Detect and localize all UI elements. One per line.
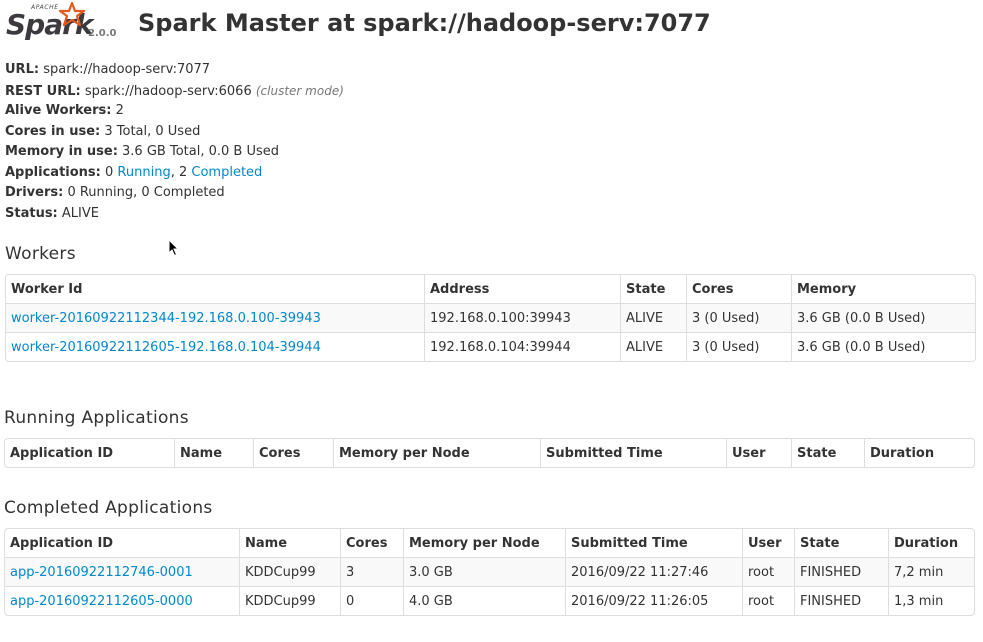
mouse-cursor-icon	[168, 239, 180, 257]
drivers-value: 0 Running, 0 Completed	[67, 185, 225, 200]
column-header[interactable]: Application ID	[5, 529, 239, 557]
app-state-cell: FINISHED	[794, 557, 888, 586]
column-header[interactable]: Application ID	[5, 439, 174, 467]
column-header[interactable]: State	[791, 439, 864, 467]
app-id-cell: app-20160922112605-0000	[5, 586, 239, 615]
app-duration-cell: 1,3 min	[888, 586, 974, 615]
page-header: APACHE Spark 2.0.0 Spark Master at spark…	[5, 2, 975, 46]
memory-label: Memory in use:	[5, 144, 118, 159]
table-row: app-20160922112605-0000 KDDCup99 0 4.0 G…	[5, 586, 974, 615]
app-name-cell: KDDCup99	[239, 557, 340, 586]
state-cell: ALIVE	[620, 332, 686, 361]
app-memory-cell: 4.0 GB	[403, 586, 565, 615]
memory-cell: 3.6 GB (0.0 B Used)	[791, 303, 975, 332]
spark-star-icon	[59, 2, 85, 27]
worker-id-cell: worker-20160922112605-192.168.0.104-3994…	[6, 332, 424, 361]
column-header[interactable]: Address	[424, 275, 620, 303]
drivers-label: Drivers:	[5, 185, 64, 200]
column-header[interactable]: User	[742, 529, 794, 557]
column-header[interactable]: Name	[239, 529, 340, 557]
completed-apps-title: Completed Applications	[4, 498, 213, 518]
cores-label: Cores in use:	[5, 123, 101, 139]
summary-alive-workers: Alive Workers: 2	[5, 101, 344, 122]
summary-rest-url: REST URL: spark://hadoop-serv:6066 (clus…	[5, 81, 344, 102]
memory-value: 3.6 GB Total, 0.0 B Used	[122, 144, 279, 159]
status-value: ALIVE	[61, 205, 99, 221]
worker-link[interactable]: worker-20160922112605-192.168.0.104-3994…	[11, 340, 321, 355]
cores-value: 3 Total, 0 Used	[104, 123, 201, 139]
running-apps-link[interactable]: Running	[117, 165, 170, 180]
app-submitted-cell: 2016/09/22 11:26:05	[565, 586, 742, 615]
app-link[interactable]: app-20160922112746-0001	[10, 565, 193, 580]
table-row: app-20160922112746-0001 KDDCup99 3 3.0 G…	[5, 557, 974, 586]
apps-running-count: 0	[105, 164, 114, 180]
column-header[interactable]: Cores	[340, 529, 403, 557]
column-header[interactable]: Memory per Node	[403, 529, 565, 557]
alive-workers-label: Alive Workers:	[5, 103, 112, 118]
app-link[interactable]: app-20160922112605-0000	[10, 594, 193, 609]
state-cell: ALIVE	[620, 303, 686, 332]
column-header[interactable]: Name	[174, 439, 253, 467]
column-header[interactable]: State	[620, 275, 686, 303]
column-header[interactable]: Cores	[253, 439, 333, 467]
version-label: 2.0.0	[88, 28, 117, 39]
page-title: Spark Master at spark://hadoop-serv:7077	[138, 9, 711, 37]
apps-completed-count: , 2	[170, 164, 188, 180]
workers-header-row: Worker Id Address State Cores Memory	[6, 275, 975, 303]
column-header[interactable]: State	[794, 529, 888, 557]
app-id-cell: app-20160922112746-0001	[5, 557, 239, 586]
url-label: URL:	[5, 62, 40, 77]
worker-id-cell: worker-20160922112344-192.168.0.100-3994…	[6, 303, 424, 332]
app-user-cell: root	[742, 557, 794, 586]
column-header[interactable]: Submitted Time	[540, 439, 726, 467]
cores-cell: 3 (0 Used)	[686, 332, 791, 361]
column-header[interactable]: Worker Id	[6, 275, 424, 303]
running-apps-title: Running Applications	[4, 408, 189, 428]
app-cores-cell: 0	[340, 586, 403, 615]
app-name-cell: KDDCup99	[239, 586, 340, 615]
completed-apps-link[interactable]: Completed	[191, 165, 262, 180]
summary-drivers: Drivers: 0 Running, 0 Completed	[5, 183, 344, 204]
rest-url-mode: (cluster mode)	[255, 83, 344, 98]
running-apps-table: Application ID Name Cores Memory per Nod…	[4, 438, 975, 468]
status-label: Status:	[5, 205, 58, 221]
summary-applications: Applications: 0 Running, 2 Completed	[5, 163, 344, 184]
running-header-row: Application ID Name Cores Memory per Nod…	[5, 439, 974, 467]
address-cell: 192.168.0.100:39943	[424, 303, 620, 332]
cores-cell: 3 (0 Used)	[686, 303, 791, 332]
spark-logo[interactable]: APACHE Spark	[5, 2, 94, 44]
column-header[interactable]: Duration	[864, 439, 974, 467]
app-memory-cell: 3.0 GB	[403, 557, 565, 586]
app-state-cell: FINISHED	[794, 586, 888, 615]
app-cores-cell: 3	[340, 557, 403, 586]
column-header[interactable]: Cores	[686, 275, 791, 303]
memory-cell: 3.6 GB (0.0 B Used)	[791, 332, 975, 361]
workers-table: Worker Id Address State Cores Memory wor…	[5, 274, 976, 362]
worker-link[interactable]: worker-20160922112344-192.168.0.100-3994…	[11, 311, 321, 326]
url-value: spark://hadoop-serv:7077	[43, 62, 211, 77]
table-row: worker-20160922112605-192.168.0.104-3994…	[6, 332, 975, 361]
rest-url-label: REST URL:	[5, 83, 81, 99]
workers-title: Workers	[5, 244, 76, 264]
cluster-summary: URL: spark://hadoop-serv:7077 REST URL: …	[5, 60, 344, 224]
rest-url-value: spark://hadoop-serv:6066	[84, 83, 252, 99]
column-header[interactable]: Memory	[791, 275, 975, 303]
column-header[interactable]: Duration	[888, 529, 974, 557]
table-row: worker-20160922112344-192.168.0.100-3994…	[6, 303, 975, 332]
summary-cores: Cores in use: 3 Total, 0 Used	[5, 122, 344, 143]
summary-url: URL: spark://hadoop-serv:7077	[5, 60, 344, 81]
alive-workers-value: 2	[115, 103, 124, 118]
app-submitted-cell: 2016/09/22 11:27:46	[565, 557, 742, 586]
completed-header-row: Application ID Name Cores Memory per Nod…	[5, 529, 974, 557]
column-header[interactable]: Memory per Node	[333, 439, 540, 467]
app-duration-cell: 7,2 min	[888, 557, 974, 586]
column-header[interactable]: User	[726, 439, 791, 467]
app-user-cell: root	[742, 586, 794, 615]
applications-label: Applications:	[5, 164, 101, 180]
summary-memory: Memory in use: 3.6 GB Total, 0.0 B Used	[5, 142, 344, 163]
column-header[interactable]: Submitted Time	[565, 529, 742, 557]
completed-apps-table: Application ID Name Cores Memory per Nod…	[4, 528, 975, 616]
summary-status: Status: ALIVE	[5, 204, 344, 225]
address-cell: 192.168.0.104:39944	[424, 332, 620, 361]
